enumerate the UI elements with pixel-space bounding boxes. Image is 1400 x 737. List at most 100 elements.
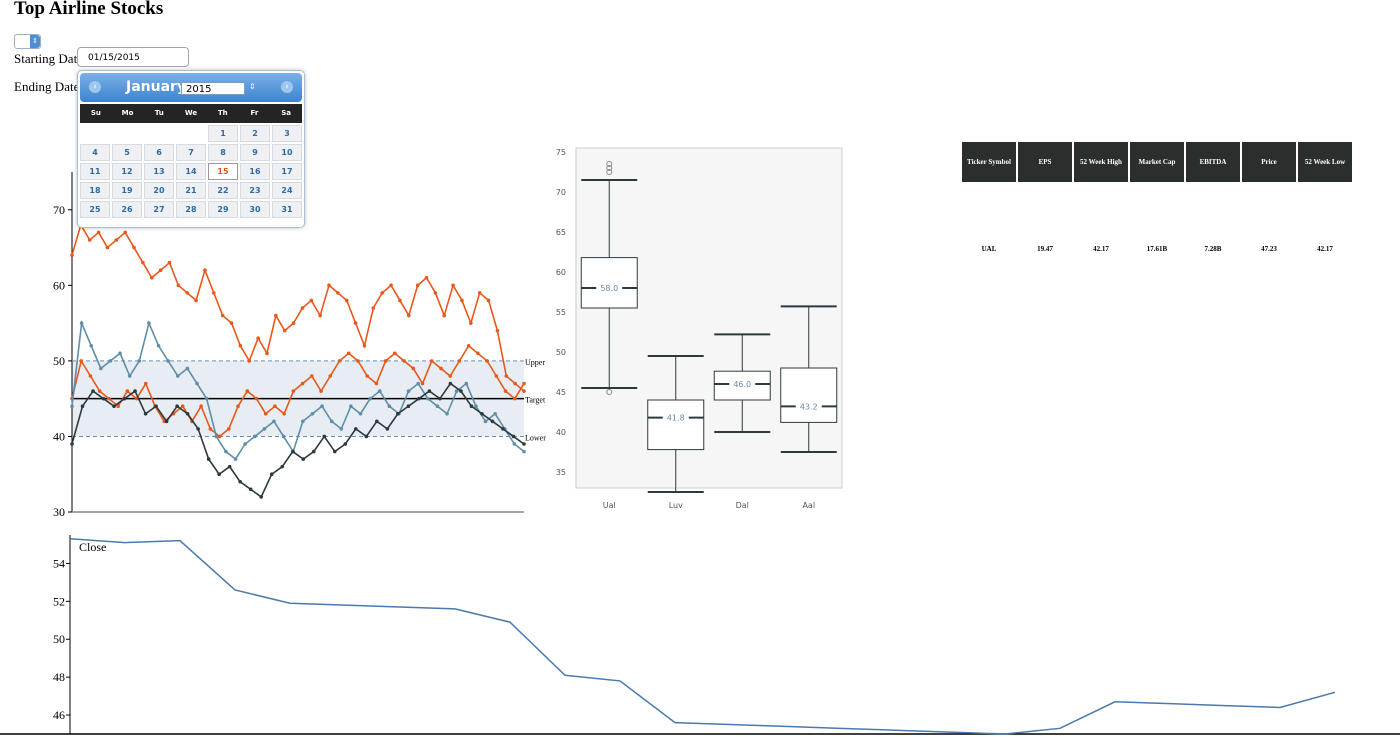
data-point	[358, 411, 363, 416]
data-point	[310, 411, 315, 416]
data-point	[464, 381, 469, 386]
median-label: 43.2	[800, 402, 818, 411]
data-point	[107, 396, 111, 401]
data-point	[320, 404, 324, 409]
calendar-day[interactable]: 14	[176, 163, 206, 180]
calendar-day[interactable]: 19	[112, 182, 142, 199]
calendar-day[interactable]: 18	[80, 182, 110, 199]
weekday-mo: Mo	[121, 109, 134, 117]
y-tick-label: 65	[556, 228, 566, 237]
data-point	[137, 359, 142, 363]
calendar-day[interactable]: 20	[144, 182, 174, 199]
data-point	[97, 389, 102, 393]
table-cell: 7.28B	[1204, 245, 1222, 253]
calendar-day[interactable]: 10	[272, 144, 302, 161]
calendar-year-select[interactable]: 2015	[181, 82, 245, 95]
calendar-day[interactable]: 8	[208, 144, 238, 161]
data-point	[158, 268, 163, 273]
calendar-day[interactable]: 11	[80, 163, 110, 180]
data-point	[233, 457, 238, 461]
data-point	[343, 442, 348, 446]
calendar-day[interactable]: 25	[80, 201, 110, 218]
data-point	[248, 487, 253, 492]
calendar-day[interactable]: 27	[144, 201, 174, 218]
data-point	[70, 404, 74, 409]
x-tick-label: Luv	[669, 501, 683, 510]
data-point	[406, 389, 411, 393]
data-point	[262, 427, 267, 431]
calendar-day[interactable]: 4	[80, 144, 110, 161]
calendar-day[interactable]: 31	[272, 201, 302, 218]
calendar-month: January	[126, 79, 187, 95]
calendar-day[interactable]: 3	[272, 125, 302, 142]
data-point	[451, 283, 455, 288]
table-header: Price	[1242, 142, 1296, 182]
data-point	[393, 351, 397, 356]
chevron-left-icon[interactable]: ‹	[89, 81, 101, 93]
chevron-right-icon[interactable]: ›	[281, 81, 293, 93]
calendar-day[interactable]: 5	[112, 144, 142, 161]
data-point	[474, 404, 478, 409]
calendar-empty-cell	[176, 125, 206, 142]
data-point	[122, 396, 127, 401]
data-point	[238, 343, 243, 348]
year-spinner-icon[interactable]: ⇕	[249, 82, 256, 91]
data-point	[311, 449, 316, 454]
calendar-day[interactable]: 16	[240, 163, 270, 180]
calendar-day[interactable]: 12	[112, 163, 142, 180]
calendar-day[interactable]: 2	[240, 125, 270, 142]
data-point	[143, 411, 148, 416]
table-cell: 19.47	[1037, 245, 1053, 253]
y-tick-label: 52	[53, 594, 65, 608]
data-point	[269, 472, 274, 477]
data-point	[476, 351, 480, 356]
calendar-day[interactable]: 13	[144, 163, 174, 180]
data-point	[282, 411, 286, 416]
data-point	[469, 321, 473, 325]
data-point	[429, 359, 434, 363]
data-point	[356, 359, 360, 363]
calendar-day[interactable]: 17	[272, 163, 302, 180]
calendar-day[interactable]: 9	[240, 144, 270, 161]
calendar-empty-cell	[144, 125, 174, 142]
calendar-day[interactable]: 24	[272, 182, 302, 199]
data-point	[238, 479, 242, 484]
calendar-day-selected[interactable]: 15	[208, 163, 238, 180]
data-point	[229, 321, 234, 325]
calendar-day[interactable]: 7	[176, 144, 206, 161]
data-point	[354, 427, 358, 431]
calendar-day[interactable]: 1	[208, 125, 238, 142]
data-point	[272, 419, 276, 424]
data-point	[132, 245, 136, 250]
data-point	[166, 359, 170, 363]
data-point	[375, 419, 379, 424]
data-point	[204, 396, 209, 401]
data-point	[522, 389, 526, 393]
data-point	[415, 283, 420, 288]
box	[647, 399, 705, 451]
data-point	[371, 306, 376, 310]
calendar-day[interactable]: 29	[208, 201, 238, 218]
data-point	[133, 389, 137, 393]
data-point	[495, 328, 500, 333]
calendar-day[interactable]: 26	[112, 201, 142, 218]
calendar-day[interactable]: 6	[144, 144, 174, 161]
y-tick-label: 48	[53, 670, 65, 684]
data-point	[460, 298, 464, 303]
calendar-day[interactable]: 22	[208, 182, 238, 199]
table-header: Ticker Symbol	[962, 142, 1016, 182]
data-point	[280, 464, 285, 469]
data-point	[164, 419, 169, 424]
calendar-day[interactable]: 28	[176, 201, 206, 218]
data-point	[301, 457, 306, 461]
calendar-day[interactable]: 30	[240, 201, 270, 218]
x-tick-label: Dal	[736, 501, 749, 510]
calendar-day[interactable]: 23	[240, 182, 270, 199]
y-tick-label: 40	[53, 429, 65, 443]
y-tick-label: 75	[556, 148, 566, 157]
data-point	[185, 291, 190, 295]
data-point	[199, 404, 203, 409]
reference-label: Lower	[525, 433, 546, 442]
close-label: Close	[79, 540, 106, 554]
calendar-day[interactable]: 21	[176, 182, 206, 199]
